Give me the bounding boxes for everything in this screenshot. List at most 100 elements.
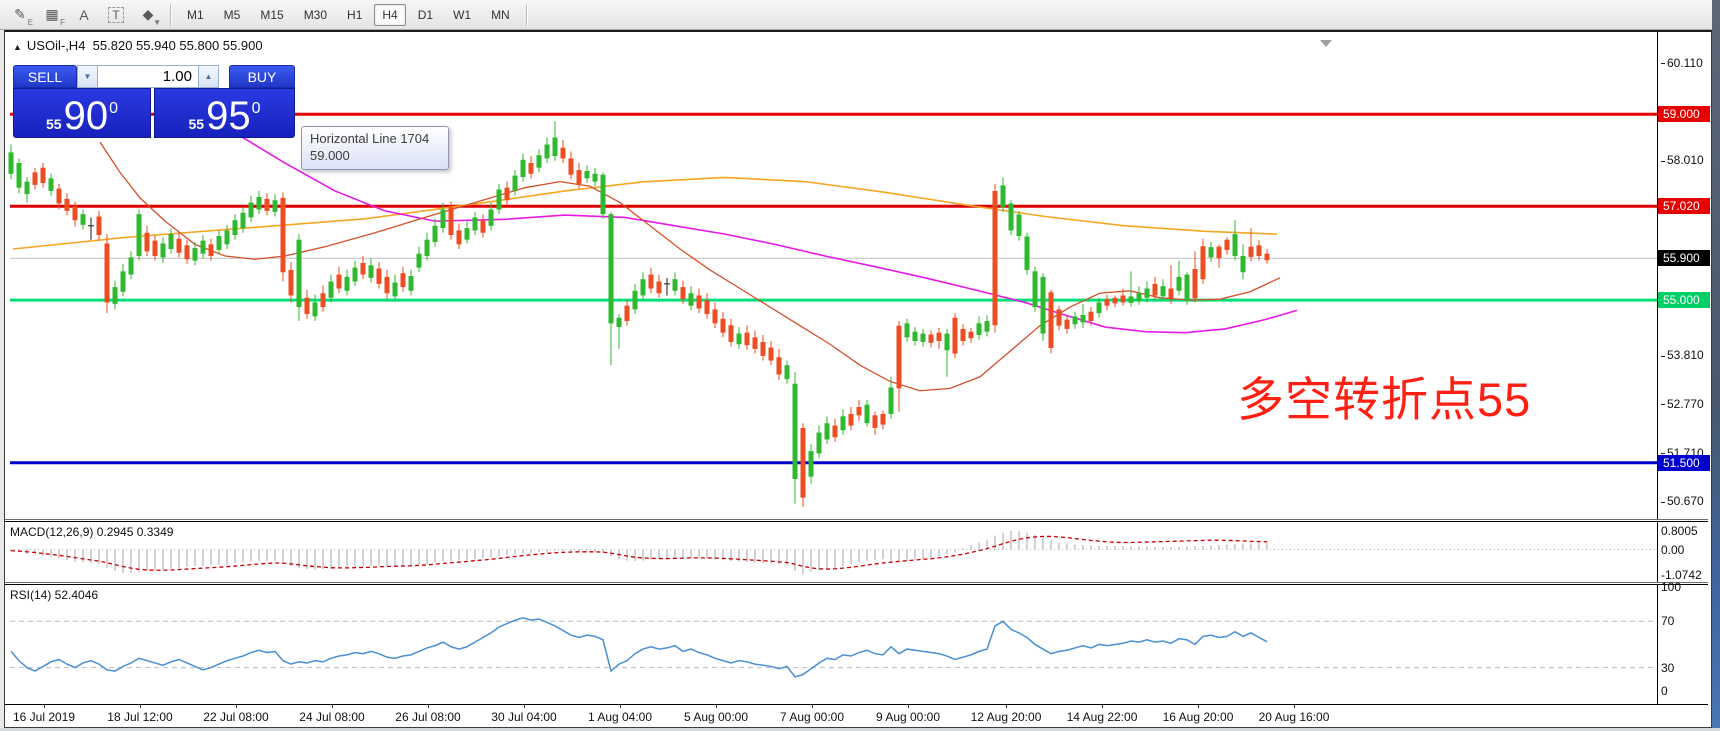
buy-price-pips: 95 (206, 98, 251, 134)
candle-body (153, 241, 158, 256)
timeframe-W1[interactable]: W1 (445, 4, 479, 26)
candle-body (609, 214, 614, 323)
candle-body (993, 191, 998, 325)
candle-body (953, 318, 958, 354)
candle-body (1049, 292, 1054, 348)
candle-body (985, 321, 990, 332)
buy-button[interactable]: BUY (229, 65, 295, 88)
text-label-icon[interactable]: A (69, 3, 99, 27)
volume-decrease-button[interactable]: ▼ (77, 65, 98, 88)
candle-body (825, 423, 830, 439)
volume-input[interactable] (98, 65, 198, 88)
date-label: 30 Jul 04:00 (491, 710, 556, 724)
candle-body (241, 213, 246, 228)
timeframe-M15[interactable]: M15 (252, 4, 291, 26)
candle-body (177, 239, 182, 253)
candle-body (385, 277, 390, 293)
candle-body (905, 323, 910, 337)
timeframe-H1[interactable]: H1 (339, 4, 370, 26)
arrow-objects-icon[interactable]: ◆▼ (133, 3, 163, 27)
timeframe-H4[interactable]: H4 (374, 4, 405, 26)
candle-body (321, 293, 326, 307)
timeframe-M30[interactable]: M30 (296, 4, 335, 26)
candle-body (265, 199, 270, 211)
rsi-axis-label: 0 (1661, 684, 1668, 698)
candle-body (521, 160, 526, 177)
candle-body (849, 414, 854, 426)
date-tick (1294, 704, 1295, 708)
candle-body (1009, 203, 1014, 230)
date-tick (716, 704, 717, 708)
candle-body (961, 329, 966, 341)
candle-body (649, 275, 654, 289)
candle-body (617, 318, 622, 327)
candle-body (81, 214, 86, 225)
candle-body (1025, 236, 1030, 269)
timeframe-M5[interactable]: M5 (216, 4, 249, 26)
timeframe-M1[interactable]: M1 (179, 4, 212, 26)
grid-pattern-icon[interactable]: ▦F (37, 3, 67, 27)
candle-body (1241, 256, 1246, 272)
rsi-axis-label: 100 (1661, 580, 1681, 594)
candle-body (1249, 247, 1254, 257)
candle-body (865, 405, 870, 424)
date-tick (236, 704, 237, 708)
buy-price-display[interactable]: 55 95 0 (154, 88, 295, 138)
date-tick (140, 704, 141, 708)
volume-increase-button[interactable]: ▲ (198, 65, 219, 88)
candle-body (1209, 247, 1214, 257)
macd-panel-splitter[interactable] (5, 519, 1708, 522)
candle-body (201, 241, 206, 254)
date-tick (1102, 704, 1103, 708)
candle-body (705, 300, 710, 314)
price-tick-label: 50.670 (1661, 494, 1704, 508)
candle-body (777, 357, 782, 374)
rsi-axis-label: 70 (1661, 614, 1674, 628)
candle-body (57, 189, 62, 204)
buy-price-pipette: 0 (252, 89, 261, 129)
candle-body (689, 293, 694, 306)
candle-body (1017, 215, 1022, 236)
candle-body (601, 175, 606, 214)
candle-body (633, 291, 638, 310)
candle-body (145, 233, 150, 252)
candle-body (9, 152, 14, 173)
sell-button[interactable]: SELL (13, 65, 77, 88)
candle-body (1153, 284, 1158, 296)
candle-body (585, 171, 590, 178)
candle-body (433, 226, 438, 242)
candle-body (393, 282, 398, 296)
candle-body (33, 172, 38, 185)
date-label: 16 Jul 2019 (13, 710, 75, 724)
rsi-panel-splitter[interactable] (5, 582, 1708, 585)
candle-body (297, 240, 302, 307)
candle-body (753, 337, 758, 349)
price-tick-label: 52.770 (1661, 397, 1704, 411)
candle-body (209, 244, 214, 256)
candle-body (945, 334, 950, 351)
text-box-icon[interactable]: T (101, 3, 131, 27)
macd-axis-label: 0.00 (1661, 543, 1684, 557)
candle-body (185, 245, 190, 259)
candle-body (1193, 269, 1198, 298)
candle-body (657, 282, 662, 294)
candle-body (457, 230, 462, 244)
candle-body (217, 236, 222, 250)
rsi-label: RSI(14) 52.4046 (10, 588, 98, 602)
candle-body (1033, 271, 1038, 307)
date-tick (44, 704, 45, 708)
price-badge-55.900: 55.900 (1658, 250, 1710, 266)
candle-body (553, 138, 558, 157)
draw-pattern-icon[interactable]: ✎E (5, 3, 35, 27)
timeframe-D1[interactable]: D1 (410, 4, 441, 26)
candle-body (1265, 254, 1270, 261)
date-label: 1 Aug 04:00 (588, 710, 652, 724)
candle-body (1129, 296, 1134, 303)
date-label: 16 Aug 20:00 (1163, 710, 1234, 724)
candle-body (913, 332, 918, 341)
sell-price-display[interactable]: 55 90 0 (13, 88, 151, 138)
candle-body (1121, 295, 1126, 302)
date-tick (428, 704, 429, 708)
tooltip-title: Horizontal Line 1704 (310, 131, 440, 146)
timeframe-MN[interactable]: MN (483, 4, 518, 26)
